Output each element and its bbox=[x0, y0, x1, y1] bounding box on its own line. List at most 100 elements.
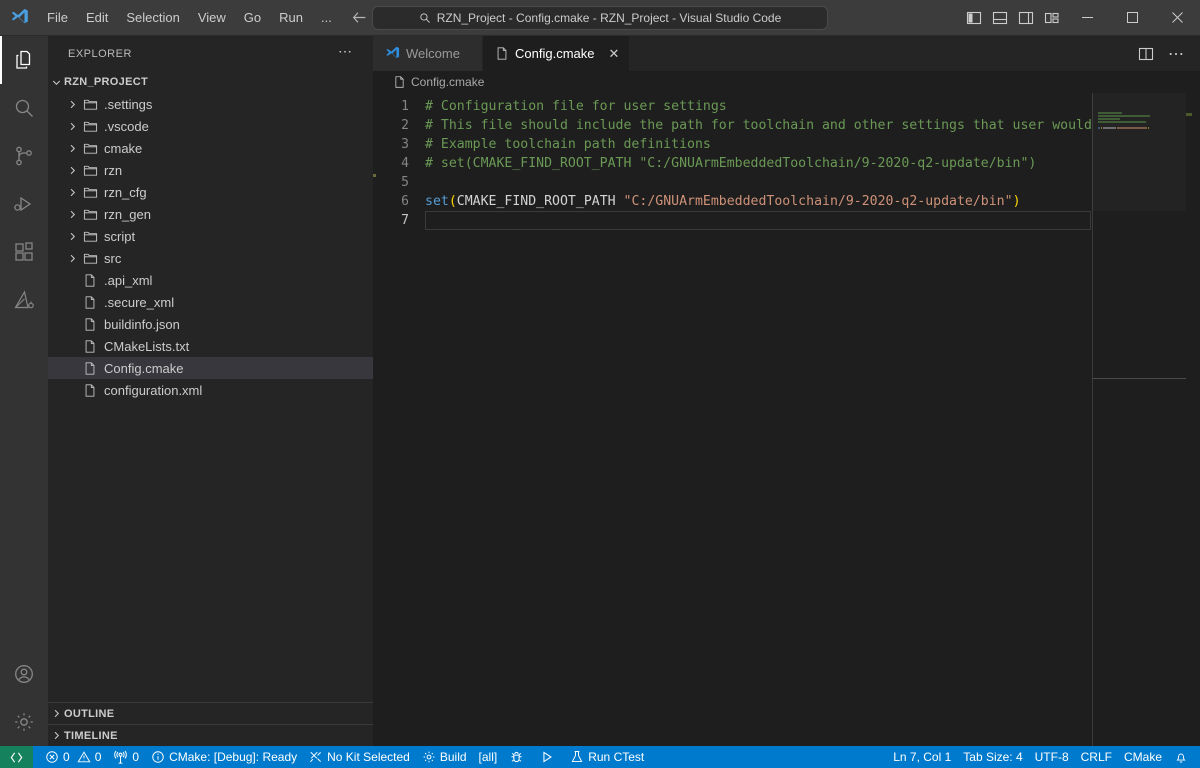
code-line[interactable] bbox=[425, 211, 1091, 230]
toggle-secondary-sidebar-icon[interactable] bbox=[1013, 0, 1039, 36]
tree-item-rzn-gen[interactable]: rzn_gen bbox=[48, 203, 373, 225]
tree-item-config-cmake[interactable]: Config.cmake bbox=[48, 357, 373, 379]
activity-source-control[interactable] bbox=[0, 132, 48, 180]
kit-status[interactable]: No Kit Selected bbox=[303, 746, 416, 768]
info-icon bbox=[151, 750, 165, 764]
folder-icon bbox=[80, 141, 100, 156]
activity-cmake[interactable] bbox=[0, 276, 48, 324]
minimap-segment bbox=[1098, 112, 1122, 114]
editor-tab-bar: Welcome Config.cmake ✕ ⋯ bbox=[373, 36, 1200, 71]
sidebar-title: EXPLORER bbox=[68, 47, 132, 60]
code-token: # This file should include the path for … bbox=[425, 118, 1092, 133]
tree-item-label: configuration.xml bbox=[104, 382, 203, 398]
close-icon[interactable]: ✕ bbox=[608, 47, 619, 60]
cmake-status[interactable]: CMake: [Debug]: Ready bbox=[145, 746, 303, 768]
tree-item-rzn-cfg[interactable]: rzn_cfg bbox=[48, 181, 373, 203]
problems-status[interactable]: 0 0 bbox=[39, 746, 107, 768]
search-icon bbox=[419, 12, 431, 24]
code-token: ( bbox=[448, 194, 457, 209]
vscode-window: File Edit Selection View Go Run ... RZN_… bbox=[0, 0, 1200, 768]
menu-view[interactable]: View bbox=[190, 7, 234, 29]
menu-edit[interactable]: Edit bbox=[78, 7, 116, 29]
menu-run[interactable]: Run bbox=[271, 7, 311, 29]
minimap-segment bbox=[1098, 115, 1150, 117]
ctest-status[interactable]: Run CTest bbox=[564, 746, 650, 768]
chevron-right-icon bbox=[64, 181, 80, 203]
file-icon bbox=[80, 273, 100, 288]
cursor-position-status[interactable]: Ln 7, Col 1 bbox=[887, 746, 957, 768]
tab-config-cmake[interactable]: Config.cmake ✕ bbox=[483, 36, 631, 71]
maximize-button[interactable] bbox=[1110, 0, 1155, 36]
tree-item-cmake[interactable]: cmake bbox=[48, 137, 373, 159]
tree-item-secure-xml[interactable]: .secure_xml bbox=[48, 291, 373, 313]
tree-item-api-xml[interactable]: .api_xml bbox=[48, 269, 373, 291]
sidebar-section-outline[interactable]: OUTLINE bbox=[48, 702, 373, 724]
debug-status[interactable] bbox=[503, 746, 534, 768]
file-icon bbox=[80, 361, 100, 376]
indentation-status[interactable]: Tab Size: 4 bbox=[957, 746, 1028, 768]
code-line[interactable]: # set(CMAKE_FIND_ROOT_PATH "C:/GNUArmEmb… bbox=[425, 154, 1200, 173]
code-line[interactable]: set(CMAKE_FIND_ROOT_PATH "C:/GNUArmEmbed… bbox=[425, 192, 1200, 211]
customize-layout-icon[interactable] bbox=[1039, 0, 1065, 36]
minimap[interactable] bbox=[1091, 93, 1186, 746]
tree-item-cmakelists-txt[interactable]: CMakeLists.txt bbox=[48, 335, 373, 357]
menu-more[interactable]: ... bbox=[313, 7, 340, 29]
sidebar-more-actions-icon[interactable]: ⋯ bbox=[338, 44, 353, 60]
sidebar-section-timeline[interactable]: TIMELINE bbox=[48, 724, 373, 746]
overview-ruler[interactable] bbox=[1186, 93, 1200, 746]
menu-file[interactable]: File bbox=[39, 7, 76, 29]
code-line[interactable]: # Example toolchain path definitions bbox=[425, 135, 1200, 154]
more-actions-icon[interactable]: ⋯ bbox=[1162, 36, 1190, 71]
minimap-segment bbox=[1098, 118, 1120, 120]
tree-item-src[interactable]: src bbox=[48, 247, 373, 269]
tab-welcome[interactable]: Welcome bbox=[373, 36, 483, 71]
chevron-right-icon bbox=[64, 137, 80, 159]
language-mode-status[interactable]: CMake bbox=[1118, 746, 1168, 768]
code-line[interactable]: # Configuration file for user settings bbox=[425, 97, 1200, 116]
status-bar: 0 0 0 CMake: [Debug]: Ready No Kit Selec… bbox=[0, 746, 1200, 768]
activity-explorer[interactable] bbox=[0, 36, 48, 84]
arrow-left-icon[interactable] bbox=[351, 9, 368, 26]
warning-icon bbox=[77, 750, 91, 764]
minimize-button[interactable] bbox=[1065, 0, 1110, 36]
menu-go[interactable]: Go bbox=[236, 7, 269, 29]
tree-item-buildinfo-json[interactable]: buildinfo.json bbox=[48, 313, 373, 335]
activity-extensions[interactable] bbox=[0, 228, 48, 276]
encoding-status[interactable]: UTF-8 bbox=[1029, 746, 1075, 768]
chevron-right-icon bbox=[64, 159, 80, 181]
minimap-segment bbox=[1098, 127, 1100, 129]
split-editor-right-icon[interactable] bbox=[1132, 36, 1160, 71]
activity-settings[interactable] bbox=[0, 698, 48, 746]
tree-item-script[interactable]: script bbox=[48, 225, 373, 247]
code-editor[interactable]: 1 2 3 4 5 6 7 # Configuration file for user se… bbox=[373, 93, 1200, 746]
tree-item-rzn[interactable]: rzn bbox=[48, 159, 373, 181]
minimap-lines bbox=[1092, 93, 1186, 132]
toggle-primary-sidebar-icon[interactable] bbox=[961, 0, 987, 36]
remote-window-icon bbox=[9, 750, 24, 765]
ports-status[interactable]: 0 bbox=[107, 746, 145, 768]
tree-item-configuration-xml[interactable]: configuration.xml bbox=[48, 379, 373, 401]
code-line[interactable] bbox=[425, 173, 1200, 192]
build-status[interactable]: Build bbox=[416, 746, 473, 768]
activity-accounts[interactable] bbox=[0, 650, 48, 698]
remote-window-status[interactable] bbox=[0, 746, 33, 768]
activity-run-debug[interactable] bbox=[0, 180, 48, 228]
build-target-status[interactable]: [all] bbox=[473, 746, 504, 768]
line-number: 7 bbox=[401, 213, 409, 228]
menu-selection[interactable]: Selection bbox=[118, 7, 187, 29]
command-center[interactable]: RZN_Project - Config.cmake - RZN_Project… bbox=[372, 6, 828, 30]
tree-item-label: .vscode bbox=[104, 118, 149, 134]
file-icon bbox=[80, 339, 100, 354]
close-button[interactable] bbox=[1155, 0, 1200, 36]
toggle-panel-icon[interactable] bbox=[987, 0, 1013, 36]
code-lines[interactable]: # Configuration file for user settings # … bbox=[425, 93, 1200, 746]
activity-search[interactable] bbox=[0, 84, 48, 132]
eol-status[interactable]: CRLF bbox=[1075, 746, 1118, 768]
launch-status[interactable] bbox=[534, 746, 564, 768]
error-count: 0 bbox=[63, 750, 70, 764]
tree-item-vscode[interactable]: .vscode bbox=[48, 115, 373, 137]
tree-root-rzn-project[interactable]: RZN_PROJECT bbox=[48, 71, 373, 93]
tree-item-settings[interactable]: .settings bbox=[48, 93, 373, 115]
code-line[interactable]: # This file should include the path for … bbox=[425, 116, 1200, 135]
notifications-status[interactable] bbox=[1168, 746, 1194, 768]
